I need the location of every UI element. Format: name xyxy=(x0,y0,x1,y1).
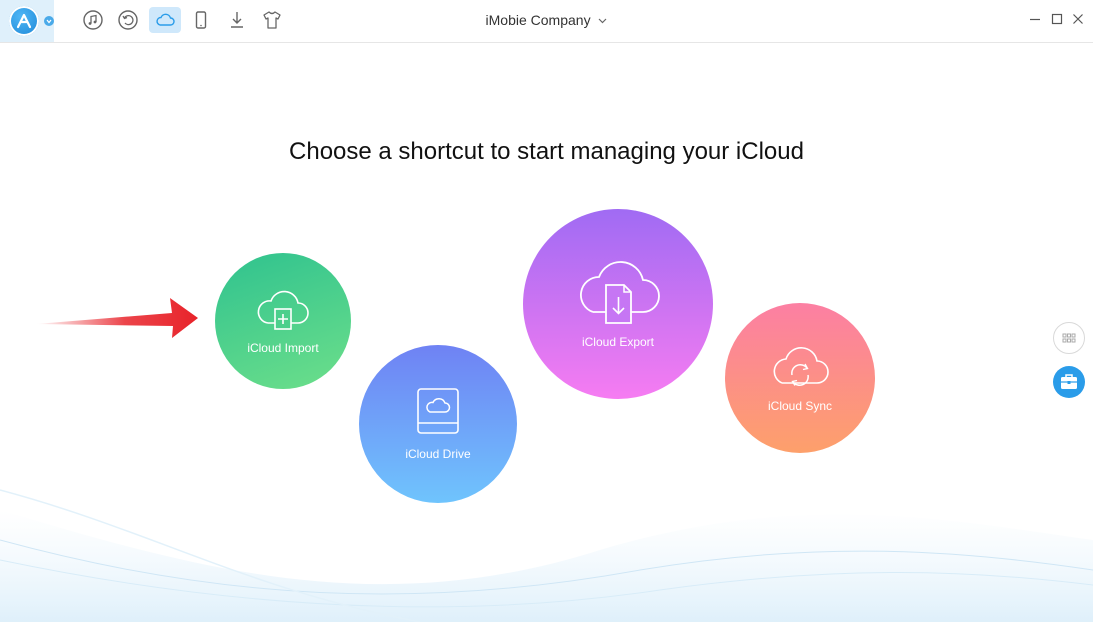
toolbox-icon xyxy=(1061,374,1077,389)
more-apps-button[interactable] xyxy=(1053,322,1085,354)
cloud-sync-icon xyxy=(773,347,829,386)
minimize-icon[interactable] xyxy=(1028,12,1042,26)
maximize-icon[interactable] xyxy=(1050,12,1064,26)
cloud-plus-icon xyxy=(257,290,309,330)
drive-cloud-icon xyxy=(417,388,459,434)
shortcut-label: iCloud Export xyxy=(581,335,655,349)
icloud-drive-button[interactable]: iCloud Drive xyxy=(359,345,517,503)
icloud-sync-button[interactable]: iCloud Sync xyxy=(725,303,875,453)
device-name: iMobie Company xyxy=(485,12,591,28)
title-bar: iMobie Company xyxy=(0,0,1093,43)
background-wave xyxy=(0,489,1093,622)
close-icon[interactable] xyxy=(1071,12,1085,26)
shortcut-label: iCloud Drive xyxy=(405,447,471,461)
page-headline: Choose a shortcut to start managing your… xyxy=(289,138,804,165)
icloud-import-button[interactable]: iCloud Import xyxy=(215,253,351,389)
shortcut-label: iCloud Sync xyxy=(767,399,833,413)
grid-icon xyxy=(1062,333,1076,343)
red-arrow-icon xyxy=(36,298,198,338)
chevron-down-icon xyxy=(599,18,607,24)
window-title[interactable]: iMobie Company xyxy=(0,12,1093,28)
cloud-download-icon xyxy=(580,261,660,324)
toolbox-button[interactable] xyxy=(1053,366,1085,398)
shortcut-label: iCloud Import xyxy=(247,341,319,355)
icloud-export-button[interactable]: iCloud Export xyxy=(523,209,713,399)
